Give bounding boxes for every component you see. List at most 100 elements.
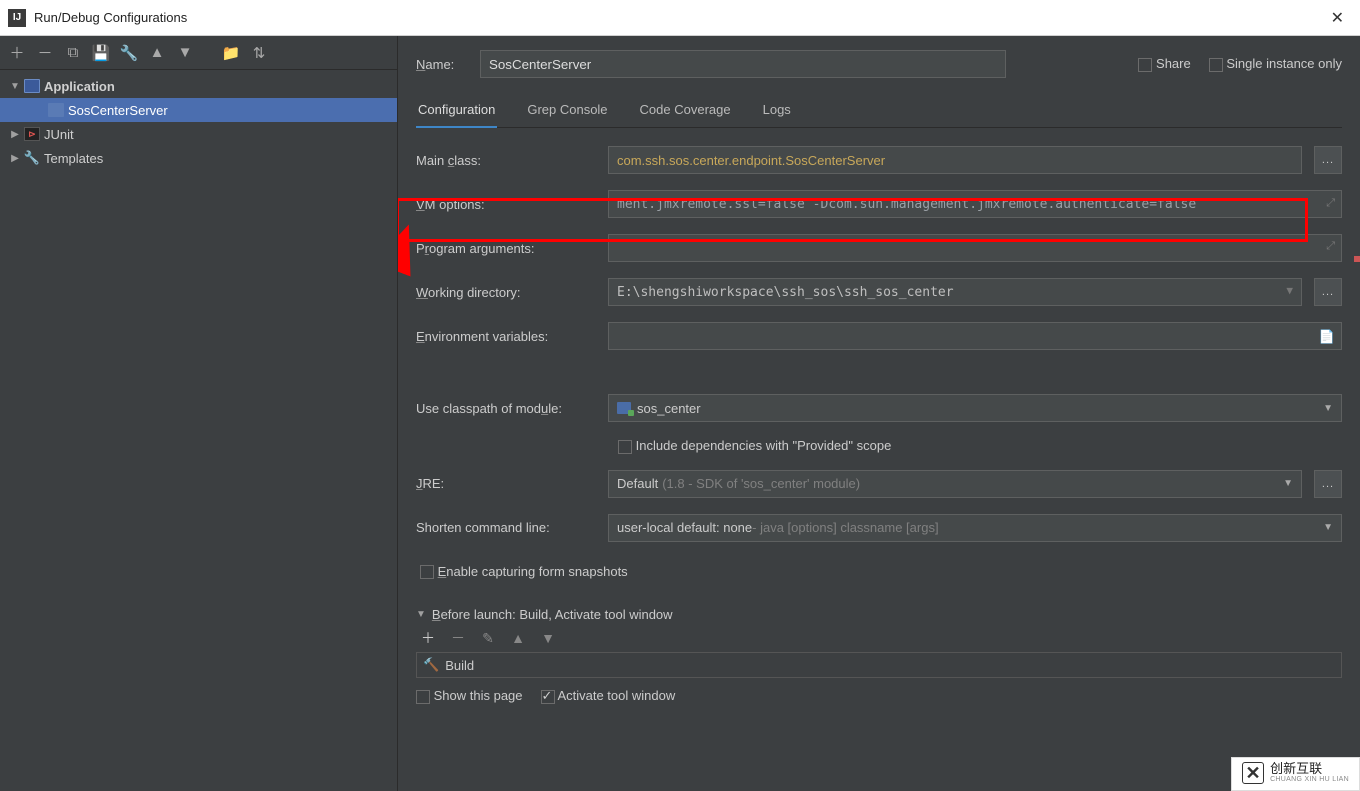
tree-node-junit[interactable]: ▶ ⊳ JUnit xyxy=(0,122,397,146)
include-provided-row: Include dependencies with "Provided" sco… xyxy=(416,438,1342,454)
right-checks: Share Single instance only xyxy=(1138,56,1342,72)
add-config-button[interactable]: ＋ xyxy=(8,44,26,62)
before-launch-section: ▼ Before launch: Build, Activate tool wi… xyxy=(416,607,1342,704)
name-row: Name: Share Single instance only xyxy=(416,50,1342,78)
expand-icon: ▶ xyxy=(10,129,20,140)
expand-icon: ▼ xyxy=(10,81,20,92)
before-launch-list-item[interactable]: 🔨 Build xyxy=(416,652,1342,678)
expand-icon[interactable]: ⤢ xyxy=(1326,240,1335,253)
vm-options-label: VM options: xyxy=(416,197,596,212)
share-checkbox[interactable]: Share xyxy=(1138,56,1190,72)
name-input[interactable] xyxy=(480,50,1006,78)
tab-configuration[interactable]: Configuration xyxy=(416,96,497,127)
sidebar: ＋ － ⧉ 💾 🔧 ▲ ▼ 📁 ⇅ ▼ Application SosCente… xyxy=(0,36,398,791)
tab-code-coverage[interactable]: Code Coverage xyxy=(638,96,733,127)
classpath-dropdown[interactable]: sos_center ▼ xyxy=(608,394,1342,422)
sort-button[interactable]: ⇅ xyxy=(250,44,268,62)
working-dir-label: Working directory: xyxy=(416,285,596,300)
tree-label: Templates xyxy=(44,151,103,166)
app-icon: IJ xyxy=(8,9,26,27)
main-class-input[interactable]: com.ssh.sos.center.endpoint.SosCenterSer… xyxy=(608,146,1302,174)
expand-icon[interactable]: ⤢ xyxy=(1326,196,1335,210)
show-page-checkbox[interactable]: Show this page xyxy=(416,688,523,704)
remove-task-button[interactable]: － xyxy=(450,630,466,646)
tree-node-templates[interactable]: ▶ 🔧 Templates xyxy=(0,146,397,170)
junit-icon: ⊳ xyxy=(24,127,40,141)
jre-value: Default xyxy=(617,476,658,491)
before-launch-header[interactable]: ▼ Before launch: Build, Activate tool wi… xyxy=(416,607,1342,622)
config-form: Main class: com.ssh.sos.center.endpoint.… xyxy=(416,146,1342,579)
save-config-button[interactable]: 💾 xyxy=(92,44,110,62)
watermark: ✕ 创新互联 CHUANG XIN HU LIAN xyxy=(1231,757,1360,791)
tree-node-soscenterserver[interactable]: SosCenterServer xyxy=(0,98,397,122)
move-up-task-button[interactable]: ▲ xyxy=(510,630,526,646)
run-config-icon xyxy=(48,103,64,117)
working-dir-value: E:\shengshiworkspace\ssh_sos\ssh_sos_cen… xyxy=(617,285,954,300)
browse-working-dir-button[interactable]: ... xyxy=(1314,278,1342,306)
tree-label: JUnit xyxy=(44,127,74,142)
enable-capture-checkbox[interactable]: Enable capturing form snapshots xyxy=(420,564,628,580)
enable-capture-row: Enable capturing form snapshots xyxy=(416,564,1342,580)
jre-label: JRE: xyxy=(416,476,596,491)
env-vars-row: Environment variables: 📄 xyxy=(416,322,1342,350)
name-label: Name: xyxy=(416,57,468,72)
move-up-button[interactable]: ▲ xyxy=(148,44,166,62)
tree-node-application[interactable]: ▼ Application xyxy=(0,74,397,98)
wrench-icon: 🔧 xyxy=(24,151,40,165)
scrollbar-marker xyxy=(1354,256,1360,262)
collapse-icon: ▼ xyxy=(416,609,426,620)
chevron-down-icon: ▼ xyxy=(1283,478,1293,489)
single-instance-checkbox[interactable]: Single instance only xyxy=(1209,56,1342,72)
copy-config-button[interactable]: ⧉ xyxy=(64,44,82,62)
bottom-checks: Show this page Activate tool window xyxy=(416,688,1342,704)
vm-options-input[interactable]: ment.jmxremote.ssl=false -Dcom.sun.manag… xyxy=(608,190,1342,218)
program-args-input[interactable]: ⤢ xyxy=(608,234,1342,262)
vm-options-value: ment.jmxremote.ssl=false -Dcom.sun.manag… xyxy=(617,197,1196,212)
watermark-en: CHUANG XIN HU LIAN xyxy=(1270,776,1349,784)
close-icon[interactable]: ✕ xyxy=(1323,4,1352,32)
wrench-button[interactable]: 🔧 xyxy=(120,44,138,62)
vm-options-row: VM options: ment.jmxremote.ssl=false -Dc… xyxy=(416,190,1342,218)
tab-grep-console[interactable]: Grep Console xyxy=(525,96,609,127)
shorten-hint: - java [options] classname [args] xyxy=(752,520,938,535)
env-vars-label: Environment variables: xyxy=(416,329,596,344)
browse-jre-button[interactable]: ... xyxy=(1314,470,1342,498)
activate-window-checkbox[interactable]: Activate tool window xyxy=(541,688,676,704)
watermark-logo: ✕ xyxy=(1242,762,1264,784)
main-class-label: Main class: xyxy=(416,153,596,168)
list-icon[interactable]: 📄 xyxy=(1319,329,1335,345)
remove-config-button[interactable]: － xyxy=(36,44,54,62)
folder-button[interactable]: 📁 xyxy=(222,44,240,62)
include-provided-checkbox[interactable]: Include dependencies with "Provided" sco… xyxy=(618,438,891,454)
module-icon xyxy=(617,402,631,414)
working-dir-input[interactable]: E:\shengshiworkspace\ssh_sos\ssh_sos_cen… xyxy=(608,278,1302,306)
shorten-value: user-local default: none xyxy=(617,520,752,535)
sidebar-toolbar: ＋ － ⧉ 💾 🔧 ▲ ▼ 📁 ⇅ xyxy=(0,36,397,70)
classpath-label: Use classpath of module: xyxy=(416,401,596,416)
browse-main-class-button[interactable]: ... xyxy=(1314,146,1342,174)
move-down-button[interactable]: ▼ xyxy=(176,44,194,62)
before-launch-toolbar: ＋ － ✎ ▲ ▼ xyxy=(416,630,1342,646)
expand-icon: ▶ xyxy=(10,153,20,164)
chevron-down-icon[interactable]: ▼ xyxy=(1286,284,1293,297)
program-args-row: Program arguments: ⤢ xyxy=(416,234,1342,262)
tree-label: SosCenterServer xyxy=(68,103,168,118)
config-tree: ▼ Application SosCenterServer ▶ ⊳ JUnit … xyxy=(0,70,397,791)
shorten-cmd-dropdown[interactable]: user-local default: none - java [options… xyxy=(608,514,1342,542)
working-dir-row: Working directory: E:\shengshiworkspace\… xyxy=(416,278,1342,306)
env-vars-input[interactable]: 📄 xyxy=(608,322,1342,350)
add-task-button[interactable]: ＋ xyxy=(420,630,436,646)
shorten-cmd-row: Shorten command line: user-local default… xyxy=(416,514,1342,542)
tab-logs[interactable]: Logs xyxy=(761,96,793,127)
watermark-cn: 创新互联 xyxy=(1270,762,1349,776)
jre-dropdown[interactable]: Default (1.8 - SDK of 'sos_center' modul… xyxy=(608,470,1302,498)
classpath-value: sos_center xyxy=(637,401,701,416)
window-title: Run/Debug Configurations xyxy=(34,10,187,25)
edit-task-button[interactable]: ✎ xyxy=(480,630,496,646)
title-bar: IJ Run/Debug Configurations ✕ xyxy=(0,0,1360,36)
title-bar-left: IJ Run/Debug Configurations xyxy=(8,9,187,27)
build-icon: 🔨 xyxy=(423,657,439,673)
move-down-task-button[interactable]: ▼ xyxy=(540,630,556,646)
application-icon xyxy=(24,79,40,93)
shorten-cmd-label: Shorten command line: xyxy=(416,520,596,535)
